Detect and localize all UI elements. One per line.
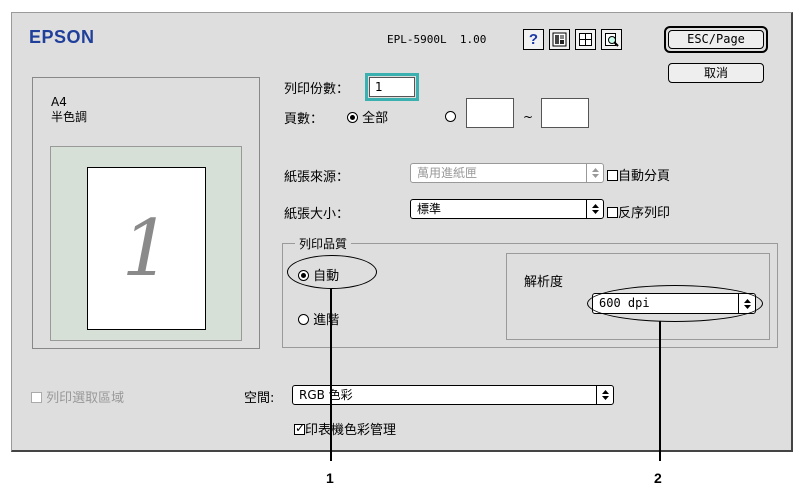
paper-source-select: 萬用進紙匣 (410, 163, 604, 183)
preview-info: A4 半色調 (51, 95, 87, 125)
popup-arrows-icon (596, 386, 613, 404)
print-quality-title: 列印品質 (295, 235, 352, 252)
reverse-order-label: 反序列印 (618, 206, 671, 221)
paper-source-label: 紙張來源： (284, 170, 350, 185)
print-dialog: EPSON EPL-5900L 1.00 ? ESC/Page 取消 A4 半色… (11, 12, 793, 452)
range-separator: ~ (523, 110, 534, 124)
space-label: 空間: (244, 391, 275, 406)
paper-size-select[interactable]: 標準 (410, 199, 604, 219)
pages-range-radio[interactable] (445, 110, 456, 125)
preview-page: 1 (87, 167, 206, 330)
copies-label: 列印份數： (284, 82, 350, 97)
color-space-select[interactable]: RGB 色彩 (292, 385, 614, 405)
layout-icon[interactable] (575, 29, 596, 50)
collate-checkbox[interactable]: 自動分頁 (607, 165, 670, 184)
paper-size-value: 標準 (417, 202, 442, 216)
preview-panel: A4 半色調 1 (32, 77, 260, 349)
callout-number-1: 1 (326, 470, 334, 486)
paper-source-value: 萬用進紙匣 (417, 166, 478, 180)
radio-button-icon (298, 314, 309, 325)
print-selection-label: 列印選取區域 (46, 391, 125, 406)
callout-oval-2 (587, 285, 763, 322)
reverse-order-checkbox[interactable]: 反序列印 (607, 202, 670, 221)
cancel-button[interactable]: 取消 (668, 63, 764, 83)
checkbox-icon (607, 170, 618, 181)
quality-advanced-radio[interactable]: 進階 (298, 309, 339, 328)
popup-arrows-icon (586, 164, 603, 182)
pages-from-input[interactable] (466, 98, 514, 128)
model-label: EPL-5900L 1.00 (387, 33, 486, 46)
callout-oval-1 (287, 255, 377, 289)
checkbox-icon (31, 392, 42, 403)
callout-line-1 (330, 289, 332, 461)
esc-page-button[interactable]: ESC/Page (668, 30, 764, 49)
pages-all-label: 全部 (362, 111, 389, 126)
print-selection-checkbox: 列印選取區域 (31, 387, 124, 406)
checkbox-icon (294, 421, 305, 435)
paper-size-label: 紙張大小： (284, 207, 350, 222)
popup-arrows-icon (586, 200, 603, 218)
callout-number-2: 2 (654, 470, 662, 486)
color-management-checkbox[interactable]: 印表機色彩管理 (294, 419, 396, 438)
paper-size-info: A4 (51, 95, 67, 109)
copies-input[interactable]: 1 (369, 77, 415, 97)
color-management-label: 印表機色彩管理 (305, 423, 397, 438)
version-label: 1.00 (459, 33, 487, 46)
radio-button-icon (445, 111, 456, 122)
checkbox-icon (607, 207, 618, 218)
radio-button-icon (347, 112, 358, 123)
collate-label: 自動分頁 (618, 169, 671, 184)
settings-icon[interactable] (549, 29, 570, 50)
model-name: EPL-5900L (387, 33, 447, 46)
pages-all-radio[interactable]: 全部 (347, 107, 388, 126)
preview-area: 1 (50, 146, 242, 341)
quality-advanced-label: 進階 (313, 313, 340, 328)
preview-page-number: 1 (121, 204, 172, 294)
preview-icon[interactable] (601, 29, 622, 50)
color-space-value: RGB 色彩 (299, 388, 353, 402)
pages-to-input[interactable] (541, 98, 589, 128)
epson-logo: EPSON (29, 27, 95, 47)
callout-line-2 (659, 321, 661, 461)
resolution-label: 解析度 (524, 275, 564, 290)
pages-label: 頁數： (284, 112, 324, 127)
print-mode-info: 半色調 (51, 110, 88, 124)
help-icon[interactable]: ? (523, 29, 544, 50)
